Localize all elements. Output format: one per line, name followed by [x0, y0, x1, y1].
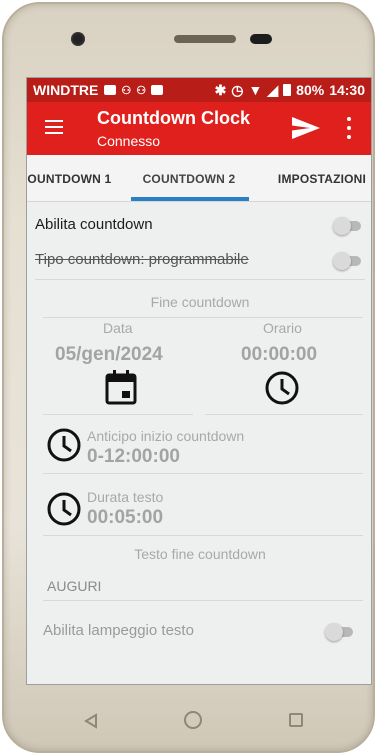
advance-value[interactable]: 0-12:00:00: [87, 446, 180, 468]
earpiece-speaker: [174, 35, 236, 43]
date-value[interactable]: 05/gen/2024: [55, 344, 163, 366]
connection-status: Connesso: [97, 133, 161, 149]
bluetooth-icon: ✱: [214, 81, 227, 98]
app-bar: Countdown Clock Connesso: [27, 102, 371, 155]
carrier-name: WINDTRE: [33, 82, 99, 98]
countdown-type-switch[interactable]: [333, 252, 361, 270]
signal-icon: ◢: [267, 81, 279, 98]
duration-caption: Durata testo: [87, 489, 164, 505]
tab-indicator: [131, 197, 249, 201]
wifi-icon: ▼: [248, 82, 263, 98]
advance-caption: Anticipo inizio countdown: [87, 428, 245, 444]
send-icon[interactable]: [290, 114, 322, 142]
end-text-header: Testo fine countdown: [134, 546, 266, 562]
divider: [205, 414, 363, 415]
time-caption: Orario: [263, 320, 302, 336]
recent-apps-icon[interactable]: [289, 713, 303, 727]
divider: [43, 414, 193, 415]
system-icons: ✱ ◷ ▼ ◢ 80% 14:30: [215, 82, 365, 99]
date-caption: Data: [103, 320, 133, 336]
enable-countdown-switch[interactable]: [333, 217, 361, 235]
end-text-input[interactable]: AUGURI: [47, 578, 101, 594]
duration-value[interactable]: 00:05:00: [87, 507, 163, 529]
front-camera: [71, 32, 85, 46]
notification-icon: ⚇: [121, 84, 132, 97]
app-screen: WINDTRE ⚇ ⚇ ✱ ◷ ▼ ◢ 80% 14:30 Countdown …: [26, 77, 372, 685]
menu-icon[interactable]: [45, 120, 63, 136]
alarm-icon: ◷: [231, 81, 244, 98]
divider: [43, 535, 363, 536]
tab-countdown-2[interactable]: COUNTDOWN 2: [127, 155, 251, 202]
proximity-sensor: [250, 34, 272, 44]
app-title: Countdown Clock: [97, 108, 250, 128]
nav-bar: [26, 690, 372, 750]
divider: [43, 600, 363, 601]
enable-countdown-row[interactable]: Abilita countdown: [35, 216, 365, 234]
calendar-icon[interactable]: [105, 369, 137, 405]
clock-icon[interactable]: [47, 492, 81, 526]
more-vert-icon[interactable]: [345, 117, 353, 139]
divider: [35, 279, 365, 280]
clock: 14:30: [329, 82, 365, 98]
clock-icon[interactable]: [47, 428, 81, 462]
tab-impostazioni[interactable]: IMPOSTAZIONI: [257, 155, 371, 202]
back-icon[interactable]: [84, 713, 98, 729]
end-countdown-header: Fine countdown: [150, 294, 250, 310]
blink-text-row[interactable]: Abilita lampeggio testo: [43, 622, 365, 640]
notification-icons: ⚇ ⚇: [104, 84, 164, 97]
clock-icon[interactable]: [265, 371, 299, 405]
blink-text-label: Abilita lampeggio testo: [43, 622, 194, 639]
countdown-type-label: Tipo countdown: programmabile: [35, 251, 249, 268]
status-bar: WINDTRE ⚇ ⚇ ✱ ◷ ▼ ◢ 80% 14:30: [27, 78, 371, 102]
battery-icon: [283, 84, 292, 96]
countdown-type-row[interactable]: Tipo countdown: programmabile: [35, 251, 365, 269]
blink-text-switch[interactable]: [325, 623, 353, 641]
enable-countdown-label: Abilita countdown: [35, 216, 153, 233]
home-icon[interactable]: [184, 711, 202, 729]
tab-countdown-1[interactable]: COUNTDOWN 1: [27, 155, 127, 202]
settings-panel: Abilita countdown Tipo countdown: progra…: [27, 202, 371, 684]
message-icon: [104, 85, 117, 95]
tab-bar: COUNTDOWN 1 COUNTDOWN 2 IMPOSTAZIONI: [27, 155, 371, 202]
divider: [43, 317, 363, 318]
video-icon: [151, 85, 164, 95]
notification-icon: ⚇: [136, 84, 147, 97]
divider: [43, 473, 363, 474]
time-value[interactable]: 00:00:00: [241, 344, 317, 366]
battery-level: 80%: [296, 82, 325, 98]
